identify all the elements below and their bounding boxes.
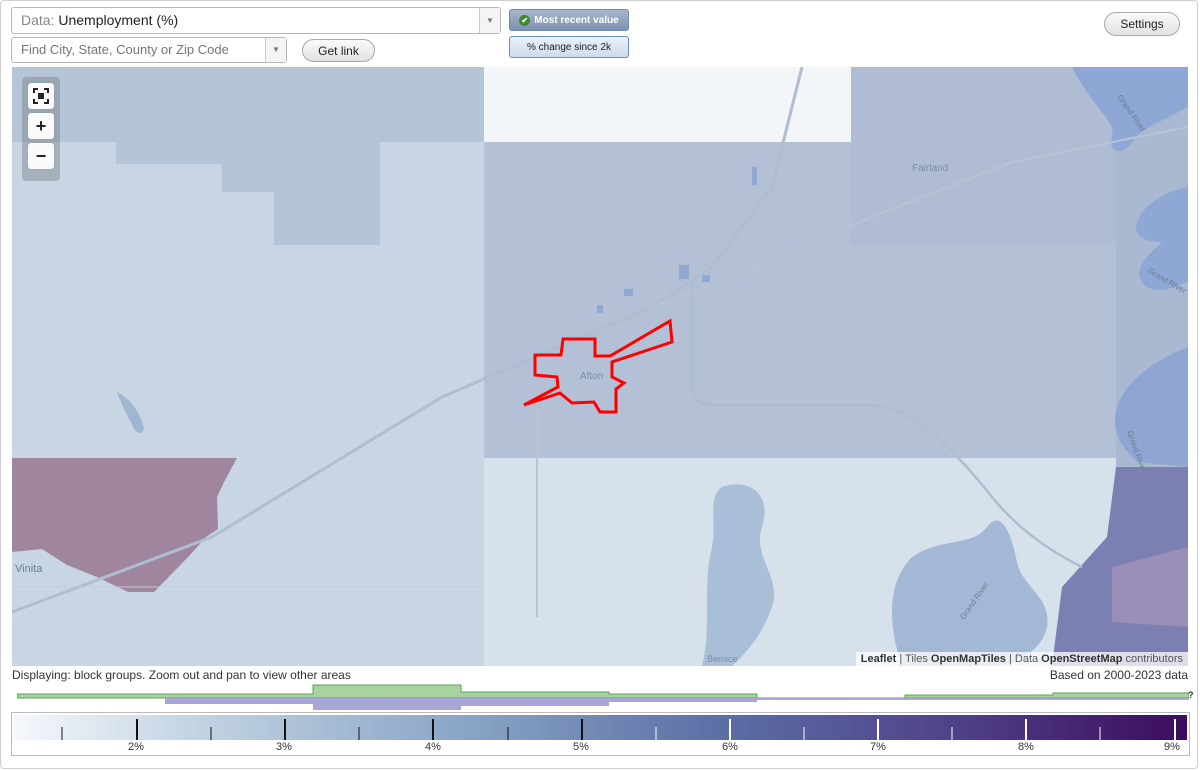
percent-change-button[interactable]: % change since 2k [509, 36, 629, 58]
fullscreen-glyph [33, 88, 49, 104]
label-vinita: Vinita [15, 563, 43, 575]
search-field[interactable]: ▼ [11, 37, 287, 63]
chevron-down-icon[interactable]: ▼ [479, 8, 500, 33]
data-select[interactable]: Data: Unemployment (%) ▼ [11, 7, 501, 34]
most-recent-value-button[interactable]: ✔ Most recent value [509, 9, 629, 31]
get-link-button[interactable]: Get link [302, 39, 375, 62]
attribution-contributors: contributors [1122, 653, 1183, 665]
histogram-national [17, 698, 1189, 710]
color-legend: 2% 3% 4% 5% 6% 7% 8% 9% [11, 712, 1190, 756]
region-north-light [484, 67, 851, 142]
distribution-histogram [17, 684, 1189, 710]
openstreetmap-link[interactable]: OpenStreetMap [1041, 653, 1122, 665]
legend-label-7: 7% [870, 741, 886, 753]
attribution-sep-2: | Data [1005, 653, 1042, 665]
fullscreen-icon[interactable] [28, 83, 54, 109]
region-fairland [851, 67, 1116, 245]
openmaptiles-link[interactable]: OpenMapTiles [931, 653, 1006, 665]
pond-4 [597, 305, 603, 313]
legend-labels: 2% 3% 4% 5% 6% 7% 8% 9% [12, 741, 1189, 755]
zoom-control: + − [22, 77, 60, 181]
data-select-prefix: Data: [21, 12, 55, 28]
legend-label-8: 8% [1018, 741, 1034, 753]
legend-label-6: 6% [722, 741, 738, 753]
legend-label-2: 2% [128, 741, 144, 753]
most-recent-value-label: Most recent value [534, 14, 619, 26]
based-on-note: Based on 2000-2023 data [1049, 668, 1188, 682]
search-dropdown-icon[interactable]: ▼ [265, 38, 286, 62]
pond-2 [702, 275, 710, 282]
zoom-out-icon[interactable]: − [28, 143, 54, 169]
label-bernice: Bernice [707, 654, 738, 664]
pond-1 [679, 265, 689, 279]
leaflet-link[interactable]: Leaflet [861, 653, 896, 665]
map-view[interactable]: Afton Fairland Vinita Bernice Grand Rive… [12, 67, 1188, 666]
legend-ticks [61, 719, 1176, 740]
data-select-value: Unemployment (%) [58, 12, 179, 28]
checkmark-icon: ✔ [519, 14, 531, 26]
map-attribution: Leaflet | Tiles OpenMapTiles | Data Open… [855, 652, 1188, 666]
legend-label-3: 3% [276, 741, 292, 753]
pond-5 [752, 167, 757, 185]
search-input[interactable] [21, 42, 261, 57]
map-canvas[interactable]: Afton Fairland Vinita Bernice Grand Rive… [12, 67, 1188, 666]
display-note: Displaying: block groups. Zoom out and p… [12, 668, 351, 682]
legend-label-5: 5% [573, 741, 589, 753]
attribution-sep-1: | Tiles [896, 653, 931, 665]
legend-label-4: 4% [425, 741, 441, 753]
label-fairland: Fairland [912, 163, 948, 174]
histogram-area [17, 684, 1189, 699]
percent-change-label: % change since 2k [527, 41, 611, 53]
help-icon[interactable]: ? [1188, 690, 1194, 700]
legend-gradient [14, 715, 1187, 740]
zoom-in-icon[interactable]: + [28, 113, 54, 139]
legend-label-9: 9% [1164, 741, 1180, 753]
pond-3 [624, 289, 633, 296]
settings-button[interactable]: Settings [1104, 12, 1180, 36]
label-afton: Afton [580, 371, 603, 382]
